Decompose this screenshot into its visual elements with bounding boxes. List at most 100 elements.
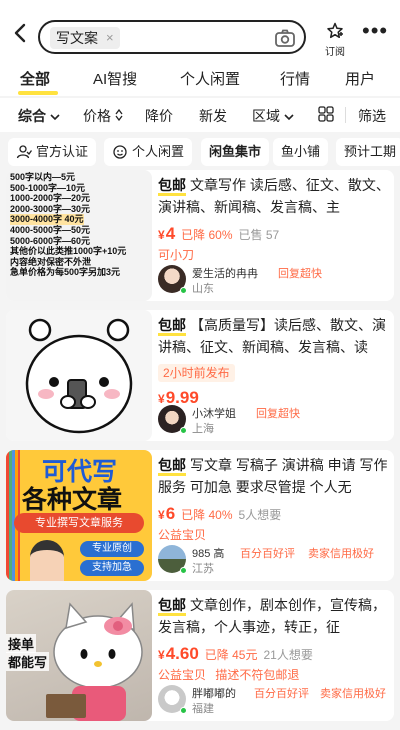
- product-title-text: 文章创作，剧本创作，宣传稿，发言稿，个人事迹，转正，征: [158, 597, 386, 635]
- search-query-chip[interactable]: 写文案 ×: [50, 27, 120, 49]
- posted-time-tag: 2小时前发布: [158, 364, 235, 382]
- sort-region[interactable]: 区域: [252, 106, 294, 126]
- currency-symbol: ¥: [158, 648, 165, 662]
- product-price: ¥4.60: [158, 644, 199, 664]
- thumb-pill: 支持加急: [80, 560, 144, 576]
- product-card[interactable]: 500字以内—5元 500-1000字—10元 1000-2000字—20元 2…: [6, 170, 394, 301]
- smiling-person-illustration: [30, 540, 64, 581]
- divider: [345, 107, 346, 123]
- product-title: 包邮 【高质量写】读后感、散文、演讲稿、征文、新闻稿、发言稿、读: [158, 314, 390, 358]
- price-list-line: 3000-4000字 40元: [10, 214, 84, 225]
- online-status-dot: [180, 427, 187, 434]
- currency-symbol: ¥: [158, 228, 165, 242]
- currency-symbol: ¥: [158, 392, 165, 406]
- product-image: [6, 310, 152, 441]
- tab-personal-idle[interactable]: 个人闲置: [180, 68, 240, 89]
- seller-info[interactable]: 胖嘟嘟的 百分百好评 卖家信用极好 福建: [158, 685, 390, 715]
- filter-button[interactable]: 筛选: [358, 106, 386, 126]
- free-shipping-tag: 包邮: [158, 597, 186, 616]
- tab-users[interactable]: 用户: [345, 68, 375, 89]
- active-tab-indicator: [18, 91, 58, 95]
- tab-all[interactable]: 全部: [20, 68, 50, 89]
- price-drop: 已降 45元: [204, 648, 258, 662]
- seller-info[interactable]: 985 高 百分百好评 卖家信用极好 江苏: [158, 545, 390, 575]
- seller-info[interactable]: 小沐学姐 回复超快 上海: [158, 405, 390, 435]
- sort-comprehensive[interactable]: 综合: [18, 106, 60, 126]
- more-options-icon[interactable]: •••: [362, 20, 392, 44]
- product-title-text: 写文章 写稿子 演讲稿 申请 写作服务 可加急 要求尽管提 个人无: [158, 457, 388, 495]
- product-image: 可代写 各种文章 专业撰写文章服务 专业原创 支持加急: [6, 450, 152, 581]
- chevron-down-icon: [50, 114, 60, 121]
- sort-filter-bar: 综合 价格 降价 新发 区域 筛选: [0, 98, 400, 132]
- seller-info[interactable]: 爱生活的冉冉 回复超快 山东: [158, 265, 390, 295]
- price-drop: 已降 60%: [181, 228, 233, 242]
- price-line: ¥4 已降 60% 已售 57: [158, 224, 390, 244]
- chip-personal-idle[interactable]: 个人闲置: [104, 138, 193, 166]
- price-list-line: 2000-3000字—30元: [10, 203, 91, 214]
- price-list-line: 500-1000字—10元: [10, 182, 86, 193]
- product-image: 接单 都能写: [6, 590, 152, 721]
- product-card[interactable]: 可代写 各种文章 专业撰写文章服务 专业原创 支持加急 包邮 写文章 写稿子 演讲…: [6, 450, 394, 581]
- price-value: 4.60: [165, 644, 199, 663]
- sort-new[interactable]: 新发: [199, 106, 227, 126]
- online-status-dot: [180, 707, 187, 714]
- want-count: 21人想要: [263, 648, 313, 662]
- seller-badge: 百分百好评: [254, 688, 309, 700]
- chip-estimated-duration[interactable]: 预计工期: [336, 138, 400, 166]
- hello-kitty-illustration: [46, 602, 143, 721]
- sort-price[interactable]: 价格: [83, 106, 123, 126]
- sort-region-label: 区域: [252, 108, 280, 124]
- free-shipping-tag: 包邮: [158, 177, 186, 196]
- grid-view-icon[interactable]: [318, 106, 334, 122]
- tab-market[interactable]: 行情: [280, 68, 310, 89]
- sort-price-drop[interactable]: 降价: [145, 106, 173, 126]
- subscribe-button[interactable]: 订阅: [320, 22, 350, 58]
- product-title-text: 【高质量写】读后感、散文、演讲稿、征文、新闻稿、发言稿、读: [158, 317, 386, 355]
- camera-icon[interactable]: [274, 27, 296, 49]
- seller-credit-badge: 卖家信用极好: [320, 688, 386, 700]
- product-info: 包邮 【高质量写】读后感、散文、演讲稿、征文、新闻稿、发言稿、读 2小时前发布 ¥…: [158, 314, 390, 408]
- seller-name: 小沐学姐: [192, 408, 236, 420]
- chip-official-verified[interactable]: 官方认证: [8, 138, 97, 166]
- charity-tag: 公益宝贝: [158, 528, 207, 542]
- search-box[interactable]: 写文案 ×: [38, 20, 306, 54]
- chip-label: 闲鱼集市: [209, 144, 262, 159]
- seller-location: 福建: [192, 703, 214, 715]
- chevron-down-icon: [284, 114, 294, 121]
- chip-fish-shop[interactable]: 鱼小铺: [273, 138, 329, 166]
- price-list-line: 500字以内—5元: [10, 172, 76, 182]
- free-shipping-tag: 包邮: [158, 457, 186, 476]
- product-price: ¥6: [158, 504, 175, 524]
- negotiable-tag: 可小刀: [158, 248, 195, 262]
- seller-location: 上海: [192, 423, 214, 435]
- price-list-line: 4000-5000字—50元: [10, 224, 91, 235]
- subscribe-label: 订阅: [325, 47, 345, 58]
- product-title: 包邮 文章写作 读后感、征文、散文、演讲稿、新闻稿、发言稿、主: [158, 174, 390, 218]
- seller-badge: 百分百好评: [240, 548, 295, 560]
- product-card[interactable]: 接单 都能写 包邮 文章创作，剧本创作，宣传稿，发言稿，个人事迹，转正，征 ¥4.…: [6, 590, 394, 721]
- verified-user-icon: [16, 145, 32, 159]
- product-image: 500字以内—5元 500-1000字—10元 1000-2000字—20元 2…: [6, 170, 152, 301]
- fish-face-icon: [113, 145, 127, 159]
- filter-chips: 官方认证 个人闲置 闲鱼集市 鱼小铺 预计工期: [0, 134, 400, 170]
- clear-query-icon[interactable]: ×: [106, 27, 114, 49]
- sold-count: 已售 57: [238, 228, 280, 242]
- seller-location: 山东: [192, 283, 214, 295]
- price-line: ¥6 已降 40% 5人想要: [158, 504, 390, 524]
- refund-tag: 描述不符包邮退: [215, 668, 300, 682]
- seller-badge: 回复超快: [278, 268, 322, 280]
- product-info: 包邮 文章创作，剧本创作，宣传稿，发言稿，个人事迹，转正，征 ¥4.60 已降 4…: [158, 594, 390, 683]
- seller-badge: 回复超快: [256, 408, 300, 420]
- product-price: ¥4: [158, 224, 175, 244]
- category-tabs: 全部 AI智搜 个人闲置 行情 用户: [0, 62, 400, 96]
- price-list-line: 内容绝对保密不外泄: [10, 256, 92, 267]
- product-card[interactable]: 包邮 【高质量写】读后感、散文、演讲稿、征文、新闻稿、发言稿、读 2小时前发布 ¥…: [6, 310, 394, 441]
- tab-ai-search[interactable]: AI智搜: [93, 68, 137, 89]
- seller-name: 爱生活的冉冉: [192, 268, 258, 280]
- online-status-dot: [180, 287, 187, 294]
- chip-xianyu-market[interactable]: 闲鱼集市: [201, 138, 270, 166]
- chip-label: 官方认证: [36, 144, 89, 159]
- bear-phone-illustration: [25, 318, 133, 434]
- product-info: 包邮 写文章 写稿子 演讲稿 申请 写作服务 可加急 要求尽管提 个人无 ¥6 已…: [158, 454, 390, 543]
- back-arrow-icon[interactable]: [10, 22, 32, 44]
